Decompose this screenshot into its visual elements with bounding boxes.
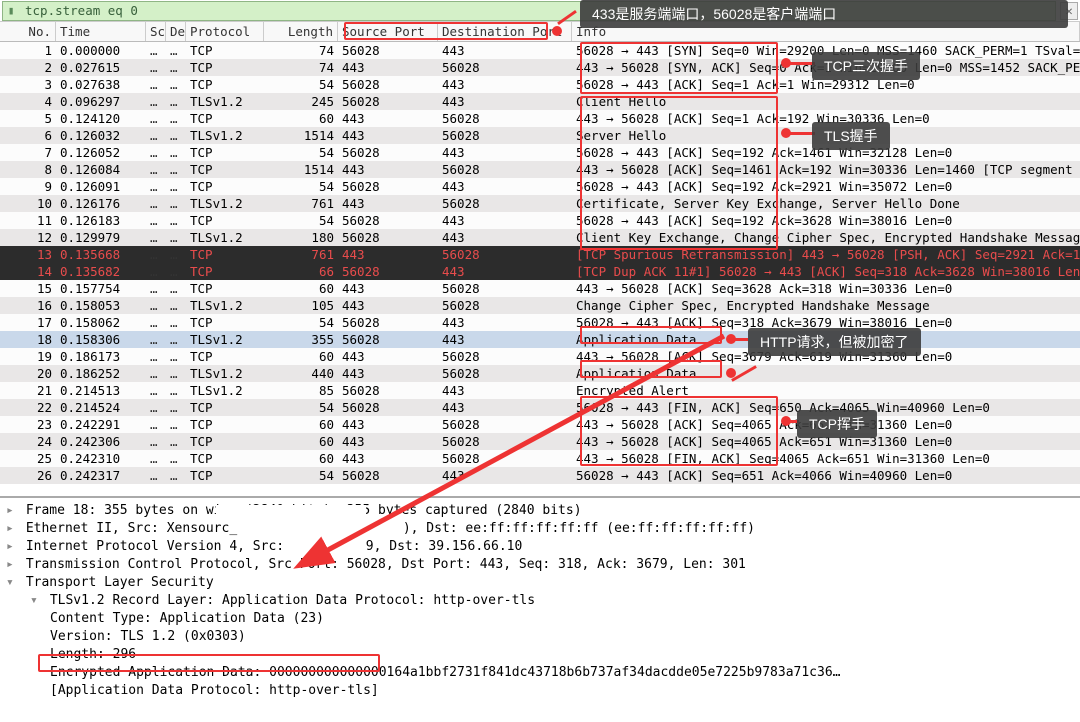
redaction-block xyxy=(284,541,314,557)
redaction-block xyxy=(216,505,366,521)
caret-down-icon[interactable]: ▾ xyxy=(30,592,42,610)
display-filter-bar: ▮ ✕ xyxy=(0,0,1080,22)
packet-row[interactable]: 210.214513……TLSv1.28556028443Encrypted A… xyxy=(0,382,1080,399)
col-len[interactable]: Length xyxy=(264,22,338,41)
packet-row[interactable]: 100.126176……TLSv1.276144356028Certificat… xyxy=(0,195,1080,212)
tree-tls-record[interactable]: ▾ TLSv1.2 Record Layer: Application Data… xyxy=(6,592,1074,610)
col-time[interactable]: Time xyxy=(56,22,146,41)
packet-row[interactable]: 70.126052……TCP545602844356028 → 443 [ACK… xyxy=(0,144,1080,161)
tls-version[interactable]: Version: TLS 1.2 (0x0303) xyxy=(6,628,1074,646)
col-proto[interactable]: Protocol xyxy=(186,22,264,41)
packet-row[interactable]: 200.186252……TLSv1.244044356028Applicatio… xyxy=(0,365,1080,382)
ip-summary-b: 9, Dst: 39.156.66.10 xyxy=(366,539,523,554)
packet-row[interactable]: 180.158306……TLSv1.235556028443Applicatio… xyxy=(0,331,1080,348)
tls-encrypted-data[interactable]: Encrypted Application Data: 000000000000… xyxy=(6,664,1074,682)
packet-row[interactable]: 60.126032……TLSv1.2151444356028Server Hel… xyxy=(0,127,1080,144)
caret-icon[interactable]: ▸ xyxy=(6,502,18,520)
packet-row[interactable]: 240.242306……TCP6044356028443 → 56028 [AC… xyxy=(0,433,1080,450)
packet-list-header[interactable]: No. Time Sc De Protocol Length Source Po… xyxy=(0,22,1080,42)
filter-clear-button[interactable]: ✕ xyxy=(1060,2,1078,20)
tls-content-type[interactable]: Content Type: Application Data (23) xyxy=(6,610,1074,628)
col-info[interactable]: Info xyxy=(572,22,1080,41)
packet-row[interactable]: 150.157754……TCP6044356028443 → 56028 [AC… xyxy=(0,280,1080,297)
ip-summary-a: Internet Protocol Version 4, Src: xyxy=(26,539,284,554)
filter-fx-icon: ▮ xyxy=(3,4,19,17)
packet-row[interactable]: 260.242317……TCP545602844356028 → 443 [AC… xyxy=(0,467,1080,484)
packet-row[interactable]: 110.126183……TCP545602844356028 → 443 [AC… xyxy=(0,212,1080,229)
col-sp[interactable]: Source Port xyxy=(338,22,438,41)
tree-ip[interactable]: ▸ Internet Protocol Version 4, Src: 9, D… xyxy=(6,538,1074,556)
packet-row[interactable]: 20.027615……TCP7444356028443 → 56028 [SYN… xyxy=(0,59,1080,76)
packet-row[interactable]: 10.000000……TCP745602844356028 → 443 [SYN… xyxy=(0,42,1080,59)
col-dst[interactable]: De xyxy=(166,22,186,41)
tree-eth[interactable]: ▸ Ethernet II, Src: Xensourc_ ), Dst: ee… xyxy=(6,520,1074,538)
packet-row[interactable]: 160.158053……TLSv1.210544356028Change Cip… xyxy=(0,297,1080,314)
tree-tls[interactable]: ▾ Transport Layer Security xyxy=(6,574,1074,592)
col-no[interactable]: No. xyxy=(0,22,56,41)
packet-row[interactable]: 120.129979……TLSv1.218056028443Client Key… xyxy=(0,229,1080,246)
tls-record: TLSv1.2 Record Layer: Application Data P… xyxy=(50,593,535,608)
tree-frame[interactable]: ▸ Frame 18: 355 bytes on wire (2840 bits… xyxy=(6,502,1074,520)
tls-app-proto[interactable]: [Application Data Protocol: http-over-tl… xyxy=(6,682,1074,700)
tls-length[interactable]: Length: 296 xyxy=(6,646,1074,664)
packet-row[interactable]: 50.124120……TCP6044356028443 → 56028 [ACK… xyxy=(0,110,1080,127)
caret-icon[interactable]: ▸ xyxy=(6,520,18,538)
packet-detail-pane[interactable]: ▸ Frame 18: 355 bytes on wire (2840 bits… xyxy=(0,498,1080,720)
col-src[interactable]: Sc xyxy=(146,22,166,41)
tcp-summary: Transmission Control Protocol, Src Port:… xyxy=(26,557,746,572)
packet-list[interactable]: 10.000000……TCP745602844356028 → 443 [SYN… xyxy=(0,42,1080,498)
display-filter-input[interactable] xyxy=(19,2,1055,20)
packet-row[interactable]: 170.158062……TCP545602844356028 → 443 [AC… xyxy=(0,314,1080,331)
tree-tcp[interactable]: ▸ Transmission Control Protocol, Src Por… xyxy=(6,556,1074,574)
packet-row[interactable]: 40.096297……TLSv1.224556028443Client Hell… xyxy=(0,93,1080,110)
packet-row[interactable]: 80.126084……TCP151444356028443 → 56028 [A… xyxy=(0,161,1080,178)
caret-icon[interactable]: ▸ xyxy=(6,538,18,556)
caret-down-icon[interactable]: ▾ xyxy=(6,574,18,592)
col-dp[interactable]: Destination Port xyxy=(438,22,572,41)
packet-row[interactable]: 140.135682……TCP6656028443[TCP Dup ACK 11… xyxy=(0,263,1080,280)
caret-icon[interactable]: ▸ xyxy=(6,556,18,574)
packet-row[interactable]: 190.186173……TCP6044356028443 → 56028 [AC… xyxy=(0,348,1080,365)
filter-input-wrapper: ▮ xyxy=(2,1,1056,21)
eth-summary-a: Ethernet II, Src: Xensourc_ xyxy=(26,521,237,536)
packet-row[interactable]: 30.027638……TCP545602844356028 → 443 [ACK… xyxy=(0,76,1080,93)
eth-summary-b: ), Dst: ee:ff:ff:ff:ff:ff (ee:ff:ff:ff:f… xyxy=(403,521,755,536)
redaction-block xyxy=(272,523,342,539)
packet-row[interactable]: 250.242310……TCP6044356028443 → 56028 [FI… xyxy=(0,450,1080,467)
tls-summary: Transport Layer Security xyxy=(26,575,214,590)
packet-row[interactable]: 90.126091……TCP545602844356028 → 443 [ACK… xyxy=(0,178,1080,195)
packet-row[interactable]: 220.214524……TCP545602844356028 → 443 [FI… xyxy=(0,399,1080,416)
packet-row[interactable]: 130.135668……TCP76144356028[TCP Spurious … xyxy=(0,246,1080,263)
packet-row[interactable]: 230.242291……TCP6044356028443 → 56028 [AC… xyxy=(0,416,1080,433)
